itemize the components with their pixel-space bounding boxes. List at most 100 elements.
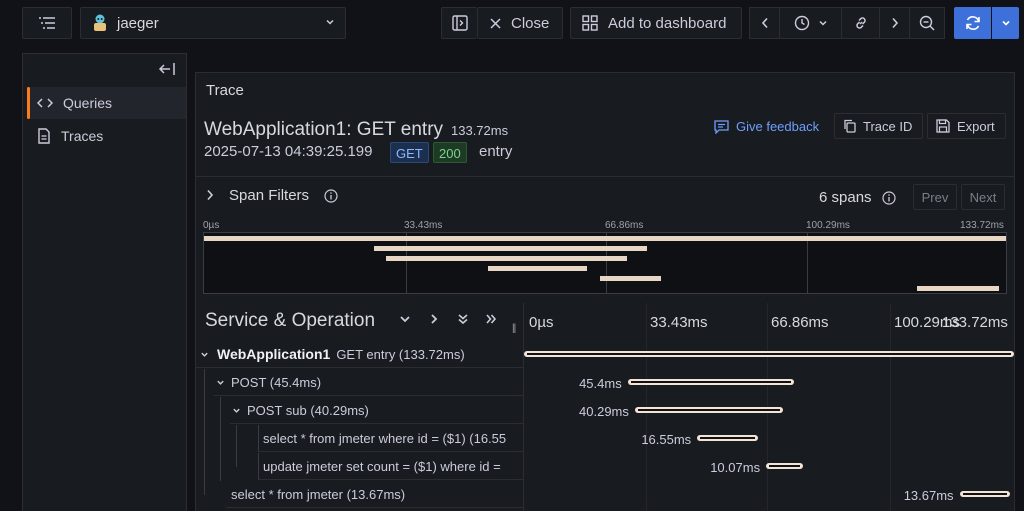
- span-row[interactable]: POST sub (40.29ms) 40.29ms: [196, 397, 1014, 425]
- chevron-right-icon: [891, 17, 899, 29]
- zoom-out-button[interactable]: [909, 7, 945, 39]
- query-history-button[interactable]: [22, 7, 72, 39]
- column-resize-handle[interactable]: ||: [512, 323, 516, 334]
- give-feedback-link[interactable]: Give feedback: [714, 119, 819, 134]
- span-operation: GET entry (133.72ms): [336, 346, 465, 362]
- chevron-down-icon: [325, 17, 335, 27]
- next-match-button[interactable]: Next: [961, 184, 1005, 210]
- time-range-forward-button[interactable]: [879, 7, 909, 39]
- span-bar[interactable]: [959, 491, 1010, 497]
- collapse-sidebar-icon[interactable]: [158, 62, 176, 76]
- collapse-all-icon[interactable]: [485, 313, 497, 325]
- tree-guide: [236, 425, 237, 453]
- span-name-cell[interactable]: POST sub (40.29ms): [230, 397, 523, 424]
- jaeger-logo-icon: [91, 13, 109, 33]
- minimap-tick-label: 133.72ms: [960, 220, 1004, 231]
- trace-duration: 133.72ms: [451, 123, 509, 138]
- minimap-gridline: [606, 233, 607, 293]
- trace-minimap[interactable]: 0µs 33.43ms 66.86ms 100.29ms 133.72ms: [203, 218, 1007, 295]
- tree-guide: [204, 425, 205, 453]
- copy-link-button[interactable]: [841, 7, 879, 39]
- minimap-span-bar: [204, 236, 1006, 241]
- span-filters-toggle[interactable]: Span Filters: [229, 187, 309, 204]
- expand-all-icon[interactable]: [457, 313, 469, 325]
- span-bar[interactable]: [524, 351, 1014, 357]
- minimap-canvas: [203, 232, 1007, 294]
- export-button[interactable]: Export: [927, 113, 1006, 139]
- span-bar-self-time: [527, 353, 1011, 355]
- minimap-gridline: [405, 233, 407, 293]
- timeline-tick-label: 0µs: [529, 314, 554, 331]
- minimap-tick-label: 66.86ms: [605, 220, 644, 231]
- add-to-dashboard-button[interactable]: Add to dashboard: [570, 7, 742, 39]
- span-duration-label: 16.55ms: [641, 432, 692, 447]
- run-query-button[interactable]: [954, 7, 991, 39]
- split-pane-icon: [451, 15, 468, 31]
- trace-title: WebApplication1: GET entry: [204, 119, 444, 140]
- chevron-down-icon[interactable]: [232, 406, 241, 415]
- sidebar-item-label: Traces: [61, 128, 104, 144]
- span-operation: select * from jmeter where id = ($1) (16…: [263, 430, 507, 446]
- sidebar-item-queries[interactable]: Queries: [27, 87, 186, 119]
- http-status-badge: 200: [433, 142, 467, 163]
- tree-guide: [204, 453, 205, 481]
- copy-trace-id-button[interactable]: Trace ID: [834, 113, 923, 139]
- chevron-right-icon[interactable]: [206, 189, 214, 201]
- datasource-name: jaeger: [117, 14, 159, 32]
- span-bar-self-time: [638, 409, 780, 411]
- tree-guide: [220, 425, 221, 453]
- minimap-span-bar: [385, 256, 628, 261]
- chevron-down-icon: [1001, 18, 1011, 28]
- tree-guide: [204, 397, 205, 425]
- time-range-back-button[interactable]: [749, 7, 779, 39]
- collapse-one-icon[interactable]: [399, 313, 411, 325]
- datasource-picker[interactable]: jaeger: [80, 7, 346, 39]
- sidebar-item-traces[interactable]: Traces: [27, 120, 186, 152]
- close-label: Close: [511, 14, 550, 32]
- span-filters-bar: Span Filters 6 spans Prev Next: [196, 176, 1014, 216]
- span-name-cell[interactable]: update jmeter set count = ($1) where id …: [258, 453, 523, 480]
- span-bar[interactable]: [628, 379, 795, 385]
- tree-guide: [236, 453, 237, 467]
- comment-icon: [714, 119, 729, 134]
- span-name-cell[interactable]: select * from jmeter (13.67ms): [226, 481, 523, 508]
- span-row[interactable]: POST (45.4ms) 45.4ms: [196, 369, 1014, 397]
- span-row[interactable]: select * from jmeter where id = ($1) (16…: [196, 425, 1014, 453]
- http-method-badge: GET: [390, 142, 429, 163]
- timeline-tick-label: 133.72ms: [942, 314, 1008, 331]
- minimap-gridline: [806, 233, 808, 293]
- chevron-down-icon[interactable]: [200, 350, 209, 359]
- time-range-picker[interactable]: [779, 7, 841, 39]
- save-icon: [936, 119, 950, 133]
- span-operation: POST sub (40.29ms): [247, 402, 369, 418]
- timeline-tick-label: 66.86ms: [771, 314, 829, 331]
- chevron-down-icon: [818, 18, 828, 28]
- span-name-cell[interactable]: select * from jmeter where id = ($1) (16…: [258, 425, 523, 452]
- span-bar[interactable]: [635, 407, 783, 413]
- trace-panel: Trace WebApplication1: GET entry 133.72m…: [195, 72, 1015, 511]
- copy-icon: [843, 119, 856, 133]
- split-pane-button[interactable]: [441, 7, 477, 39]
- span-name-cell[interactable]: POST (45.4ms): [214, 369, 523, 396]
- chevron-down-icon[interactable]: [216, 378, 225, 387]
- link-icon: [853, 15, 869, 31]
- info-icon: [882, 191, 896, 205]
- span-row[interactable]: update jmeter set count = ($1) where id …: [196, 453, 1014, 481]
- span-duration-label: 10.07ms: [710, 460, 761, 475]
- close-button[interactable]: Close: [477, 7, 563, 39]
- span-row[interactable]: WebApplication1 GET entry (133.72ms): [196, 341, 1014, 369]
- chevron-left-icon: [761, 17, 769, 29]
- span-bar[interactable]: [766, 463, 804, 469]
- span-row[interactable]: select * from jmeter (13.67ms) 13.67ms: [196, 481, 1014, 509]
- sidebar-item-label: Queries: [63, 95, 113, 111]
- refresh-interval-dropdown[interactable]: [992, 7, 1019, 39]
- span-bar[interactable]: [697, 435, 758, 441]
- refresh-icon: [964, 14, 982, 32]
- document-icon: [37, 128, 51, 144]
- clock-icon: [794, 15, 810, 31]
- prev-match-button[interactable]: Prev: [913, 184, 957, 210]
- service-operation-title: Service & Operation: [205, 310, 376, 331]
- expand-one-icon[interactable]: [428, 313, 440, 325]
- tree-guide: [204, 481, 205, 495]
- span-name-cell[interactable]: WebApplication1 GET entry (133.72ms): [196, 341, 523, 368]
